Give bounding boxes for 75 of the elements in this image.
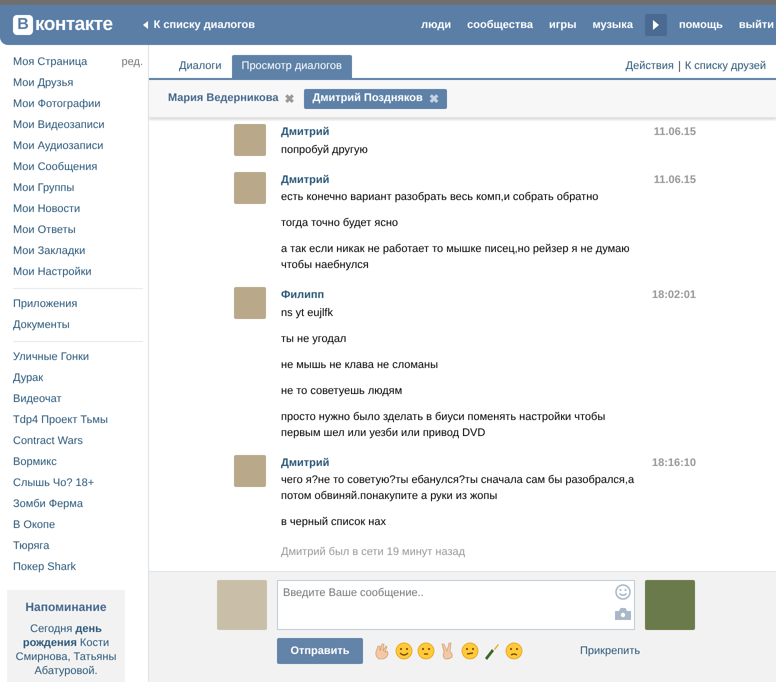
message-time: 18:02:01 xyxy=(652,288,696,303)
message-time: 18:16:10 xyxy=(652,456,696,470)
logo-text[interactable]: контакте xyxy=(35,10,113,40)
sidebar-link[interactable]: Тюряга xyxy=(13,538,50,555)
message-text: ns yt eujlfk xyxy=(281,306,334,320)
sidebar-link[interactable]: Видеочат xyxy=(13,391,62,408)
message-text: есть конечно вариант разобрать весь комп,и собрать обратно xyxy=(281,190,600,205)
sidebar-link[interactable]: Вормикс xyxy=(13,454,57,471)
bottle-icon[interactable] xyxy=(483,642,501,660)
sidebar-link[interactable]: Дурак xyxy=(13,370,44,387)
sidebar-link[interactable]: Документы xyxy=(13,317,70,334)
sidebar-link[interactable]: В Окопе xyxy=(13,517,56,534)
nav-link[interactable]: люди xyxy=(413,16,460,34)
message-text: чего я?не то советую?ты ебанулся?ты сначала сам бы разобрался,а потом обвиняй.понакупите а руки из жопы xyxy=(281,473,636,504)
camera-icon[interactable] xyxy=(615,608,631,620)
tab[interactable]: Диалоги xyxy=(169,55,232,78)
face-icon[interactable] xyxy=(505,642,523,660)
message-text: ты не угодал xyxy=(281,332,348,346)
action-link[interactable]: Действия xyxy=(626,58,674,75)
sidebar-link[interactable]: Tdp4 Проект Тьмы xyxy=(13,412,108,429)
nav-link[interactable]: музыка xyxy=(584,16,641,34)
message-input[interactable]: Введите Ваше сообщение.. xyxy=(277,580,635,630)
sidebar-link[interactable]: Мои Аудиозаписи xyxy=(13,138,104,155)
sidebar-link[interactable]: Мои Новости xyxy=(13,201,80,218)
face-icon[interactable] xyxy=(461,642,479,660)
message-text: а так если никак не работает то мышке писец,но рейзер я не думаю чтобы наебнулся xyxy=(281,242,631,273)
author-link[interactable]: Филипп xyxy=(281,287,324,304)
sidebar-link[interactable]: Мои Настройки xyxy=(13,264,92,281)
sidebar-link[interactable]: Мои Ответы xyxy=(13,222,76,239)
sidebar-link[interactable]: Мои Видеозаписи xyxy=(13,117,105,134)
message-text: в черный список нах xyxy=(281,515,387,530)
left-arrow-icon xyxy=(142,21,148,29)
edit-link[interactable]: ред. xyxy=(122,54,143,71)
reminder-text: Сегодня день рождения Кости Смирнова, Татьяны Абатуровой. xyxy=(14,622,118,678)
recipient-chip[interactable]: Дмитрий Поздняков ✖ xyxy=(304,88,447,108)
sidebar-link[interactable]: Слышь Чо? 18+ xyxy=(13,475,94,492)
sidebar-link[interactable]: Зомби Ферма xyxy=(13,496,83,513)
sidebar-link[interactable]: Мои Сообщения xyxy=(13,159,98,176)
tab[interactable]: Просмотр диалогов xyxy=(232,55,352,78)
message-text: не мышь не клава не сломаны xyxy=(281,358,440,372)
nav-link[interactable]: сообщества xyxy=(459,16,542,34)
message-time: 11.06.15 xyxy=(654,172,696,188)
nav-link[interactable]: помощь xyxy=(670,16,731,34)
attach-link[interactable]: Прикрепить xyxy=(580,642,640,660)
back-link[interactable]: К списку диалогов xyxy=(142,16,256,34)
sidebar-link[interactable]: Мои Группы xyxy=(13,180,74,197)
message-text: просто нужно было зделать в биуси поменять настройки чтобы первым шел или уезби или привод DVD xyxy=(281,410,606,440)
action-link[interactable]: К списку друзей xyxy=(684,58,766,75)
author-link[interactable]: Дмитрий xyxy=(281,454,330,471)
reminder-title: Напоминание xyxy=(24,599,108,616)
message-time: 11.06.15 xyxy=(654,125,696,140)
send-button[interactable]: Отправить xyxy=(277,638,363,664)
nav-link[interactable]: игры xyxy=(541,16,584,34)
sidebar-link[interactable]: Мои Закладки xyxy=(13,243,86,260)
sidebar-link[interactable]: Приложения xyxy=(13,296,78,313)
smiley-icon[interactable] xyxy=(395,642,413,660)
sidebar-link[interactable]: Мои Фотографии xyxy=(13,96,100,113)
author-link[interactable]: Дмитрий xyxy=(281,172,330,188)
sidebar-link[interactable]: Моя Страница xyxy=(13,54,88,71)
play-icon xyxy=(652,20,659,30)
online-status: Дмитрий был в сети 19 минут назад xyxy=(281,545,466,560)
logo-mark[interactable]: В xyxy=(13,15,33,35)
message-text: попробуй другую xyxy=(281,142,369,158)
message-text: не то советуешь людям xyxy=(281,384,404,398)
play-button[interactable] xyxy=(644,14,667,36)
author-link[interactable]: Дмитрий xyxy=(281,124,330,140)
sidebar-link[interactable]: Покер Shark xyxy=(13,559,76,576)
recipient-chip[interactable]: Мария Ведерникова ✖ xyxy=(168,88,294,108)
message-text: тогда точно будет ясно xyxy=(281,216,400,231)
nav-link[interactable]: выйти xyxy=(730,16,776,34)
sidebar-link[interactable]: Мои Друзья xyxy=(13,75,74,92)
sidebar-link[interactable]: Уличные Гонки xyxy=(13,349,90,366)
sidebar-link[interactable]: Contract Wars xyxy=(13,433,83,450)
avatar-placeholder xyxy=(217,580,267,630)
face-icon[interactable] xyxy=(417,642,435,660)
